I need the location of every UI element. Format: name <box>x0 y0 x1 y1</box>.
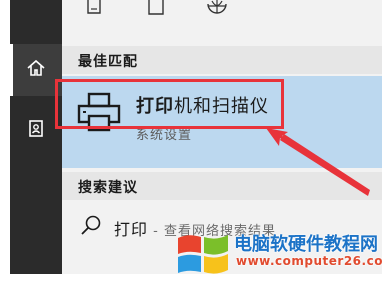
watermark-url: www.computer26.com <box>236 254 382 268</box>
watermark: 电脑软硬件教程网 www.computer26.com <box>176 226 382 284</box>
watermark-title: 电脑软硬件教程网 <box>234 234 378 255</box>
windows-logo-icon <box>176 230 230 282</box>
